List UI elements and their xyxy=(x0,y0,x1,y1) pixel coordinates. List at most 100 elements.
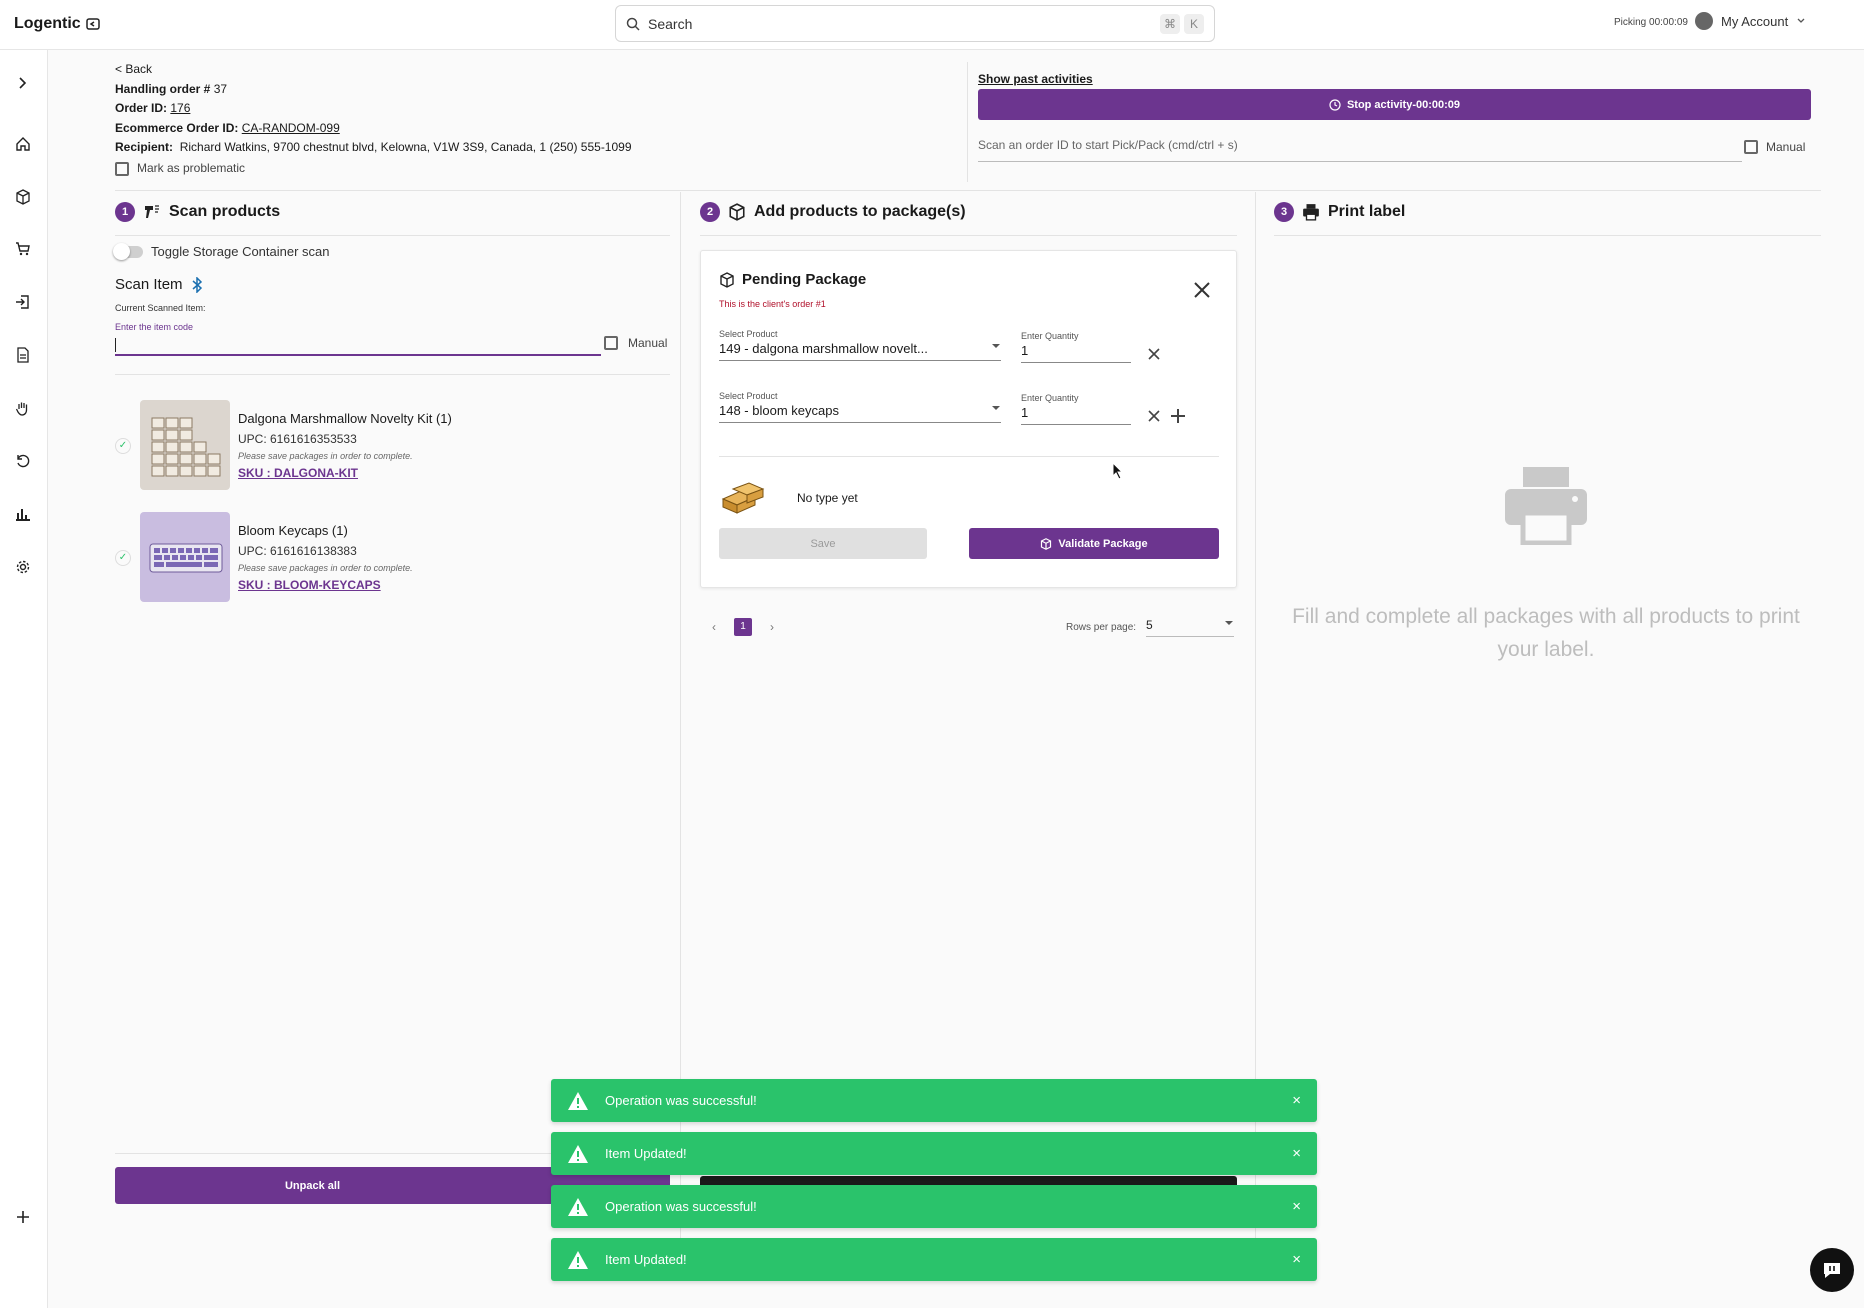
manual-order-checkbox[interactable] xyxy=(1744,140,1758,154)
chart-icon[interactable] xyxy=(12,503,34,525)
app-logo[interactable]: Logentic xyxy=(14,15,101,33)
cart-icon[interactable] xyxy=(12,238,34,260)
show-past-activities-link[interactable]: Show past activities xyxy=(978,72,1093,86)
rows-per-page-label: Rows per page: xyxy=(1066,622,1137,633)
order-id-link[interactable]: 176 xyxy=(170,101,190,115)
quantity-field[interactable]: Enter Quantity 1 xyxy=(1021,393,1131,425)
storage-container-toggle[interactable]: Toggle Storage Container scan xyxy=(113,242,330,260)
bluetooth-icon xyxy=(192,276,202,293)
step-print-label: 3 Print label xyxy=(1274,202,1405,222)
rows-per-page-value: 5 xyxy=(1146,618,1153,632)
step-1-underline xyxy=(115,235,670,236)
stop-activity-button[interactable]: Stop activity-00:00:09 xyxy=(978,89,1811,120)
package-heading: Pending Package xyxy=(719,271,866,288)
ecom-label: Ecommerce Order ID: xyxy=(115,120,239,135)
quantity-value: 1 xyxy=(1021,405,1131,425)
expand-icon[interactable] xyxy=(12,72,34,94)
home-icon[interactable] xyxy=(12,133,34,155)
document-icon[interactable] xyxy=(12,344,34,366)
toast-close-icon[interactable]: × xyxy=(1292,1198,1301,1215)
toast-close-icon[interactable]: × xyxy=(1292,1092,1301,1109)
package-title: Pending Package xyxy=(742,271,867,288)
pagination: ‹ 1 › xyxy=(712,618,774,636)
step-scan-products: 1 Scan products xyxy=(115,202,280,222)
close-icon[interactable] xyxy=(1193,281,1211,299)
back-link[interactable]: < Back xyxy=(115,62,152,76)
chat-icon xyxy=(1824,1263,1840,1278)
warning-icon xyxy=(568,1091,588,1110)
print-message: Fill and complete all packages with all … xyxy=(1292,605,1800,661)
app-name: Logentic xyxy=(14,15,81,32)
return-icon[interactable] xyxy=(12,450,34,472)
printer-icon xyxy=(1505,467,1587,546)
quantity-field[interactable]: Enter Quantity 1 xyxy=(1021,331,1131,363)
dropdown-arrow-icon xyxy=(992,344,1000,348)
scan-item-title: Scan Item xyxy=(115,276,183,293)
account-menu[interactable]: My Account xyxy=(1695,12,1806,30)
account-label: My Account xyxy=(1721,13,1789,29)
current-scanned-label: Current Scanned Item: xyxy=(115,303,206,313)
search-icon xyxy=(626,17,640,31)
scan-order-input[interactable]: Scan an order ID to start Pick/Pack (cmd… xyxy=(978,138,1742,162)
package-icon xyxy=(1041,537,1052,550)
package-icon xyxy=(729,203,745,221)
step-2-label: Add products to package(s) xyxy=(754,203,966,220)
kbd-cmd: ⌘ xyxy=(1160,13,1180,34)
avatar xyxy=(1695,12,1713,30)
manual-order-toggle[interactable]: Manual xyxy=(1744,140,1805,154)
remove-row-icon[interactable] xyxy=(1147,409,1161,423)
toast-close-icon[interactable]: × xyxy=(1292,1145,1301,1162)
toggle-switch[interactable] xyxy=(113,242,143,260)
item-sku-link[interactable]: SKU : DALGONA-KIT xyxy=(238,463,452,483)
remove-row-icon[interactable] xyxy=(1147,347,1161,361)
mouse-cursor xyxy=(1112,462,1124,480)
product-select[interactable]: Select Product 148 - bloom keycaps xyxy=(719,391,1001,423)
kbd-k: K xyxy=(1184,13,1204,34)
item-code-label: Enter the item code xyxy=(115,322,194,332)
search-box[interactable]: Search ⌘ K xyxy=(615,5,1215,42)
quantity-label: Enter Quantity xyxy=(1021,331,1079,341)
add-icon[interactable] xyxy=(12,1206,34,1228)
warning-icon xyxy=(568,1197,588,1216)
problematic-label: Mark as problematic xyxy=(137,160,246,175)
next-page-icon[interactable]: › xyxy=(770,620,774,634)
add-row-icon[interactable] xyxy=(1169,407,1187,425)
step-3-underline xyxy=(1274,235,1821,236)
hand-icon[interactable] xyxy=(12,397,34,419)
toast-notification: Operation was successful! × xyxy=(551,1079,1317,1122)
chat-button[interactable] xyxy=(1810,1248,1854,1292)
inbound-icon[interactable] xyxy=(12,291,34,313)
box-icon[interactable] xyxy=(12,186,34,208)
toggle-label: Toggle Storage Container scan xyxy=(151,244,330,259)
page-number[interactable]: 1 xyxy=(734,618,752,636)
item-upc: UPC: 6161616138383 xyxy=(238,544,357,558)
problematic-checkbox[interactable] xyxy=(115,161,129,176)
toast-notification: Operation was successful! × xyxy=(551,1185,1317,1228)
search-placeholder: Search xyxy=(648,15,693,32)
item-code-input[interactable]: Enter the item code xyxy=(115,322,601,356)
validate-package-button[interactable]: Validate Package xyxy=(969,528,1219,559)
item-note: Please save packages in order to complet… xyxy=(238,451,413,461)
product-select-label: Select Product xyxy=(719,329,778,339)
toast-message: Operation was successful! xyxy=(605,1199,757,1214)
rows-per-page: Rows per page: 5 xyxy=(1066,618,1235,637)
product-select-label: Select Product xyxy=(719,391,778,401)
item-sku-link[interactable]: SKU : BLOOM-KEYCAPS xyxy=(238,575,413,595)
ecom-order-link[interactable]: CA-RANDOM-099 xyxy=(242,121,340,135)
settings-icon[interactable] xyxy=(12,556,34,578)
save-button[interactable]: Save xyxy=(719,528,927,559)
toast-close-icon[interactable]: × xyxy=(1292,1251,1301,1268)
prev-page-icon[interactable]: ‹ xyxy=(712,620,716,634)
manual-item-toggle[interactable]: Manual xyxy=(604,336,667,350)
item-info: Bloom Keycaps (1) UPC: 6161616138383 Ple… xyxy=(238,521,413,595)
step-add-products: 2 Add products to package(s) xyxy=(700,202,966,222)
toast-message: Item Updated! xyxy=(605,1252,687,1267)
manual-item-checkbox[interactable] xyxy=(604,336,618,350)
rows-per-page-select[interactable]: 5 xyxy=(1146,618,1235,637)
manual-item-label: Manual xyxy=(628,336,668,350)
sidebar xyxy=(0,50,48,1308)
product-select[interactable]: Select Product 149 - dalgona marshmallow… xyxy=(719,329,1001,361)
step-1-label: Scan products xyxy=(169,203,281,220)
scan-order-placeholder: Scan an order ID to start Pick/Pack (cmd… xyxy=(978,138,1238,152)
product-select-value: 148 - bloom keycaps xyxy=(719,403,839,418)
